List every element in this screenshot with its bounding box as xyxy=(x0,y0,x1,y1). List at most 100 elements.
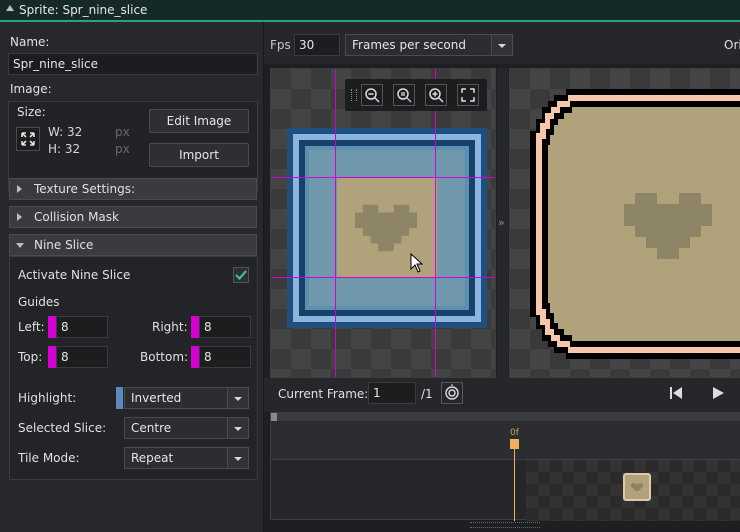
heart-icon xyxy=(355,204,417,252)
highlight-swatch xyxy=(116,387,123,409)
scrollbar-thumb[interactable] xyxy=(271,413,277,421)
chevron-down-icon[interactable] xyxy=(491,35,512,55)
first-frame-button[interactable] xyxy=(668,385,684,404)
nine-slice-sprite xyxy=(287,128,487,328)
top-guide-label: Top: xyxy=(18,350,43,364)
size-label: Size: xyxy=(17,105,46,119)
import-button[interactable]: Import xyxy=(149,143,249,167)
chevron-down-icon[interactable] xyxy=(227,388,248,408)
onion-skin-button[interactable] xyxy=(441,382,463,404)
bottom-guide-line[interactable] xyxy=(271,277,495,278)
play-button[interactable] xyxy=(710,385,726,404)
bottom-guide-swatch xyxy=(191,346,199,368)
fps-mode-dropdown[interactable]: Frames per second xyxy=(345,34,513,56)
current-frame-label: Current Frame: xyxy=(278,387,369,401)
origin-label: Ori xyxy=(724,38,740,52)
heart-icon xyxy=(631,483,643,491)
activate-label: Activate Nine Slice xyxy=(18,268,131,282)
texture-settings-label: Texture Settings: xyxy=(34,182,136,196)
selected-slice-value: Centre xyxy=(131,421,172,435)
tile-mode-value: Repeat xyxy=(131,451,174,465)
edit-image-button[interactable]: Edit Image xyxy=(149,109,249,133)
play-icon xyxy=(713,387,724,399)
zoom-reset-button[interactable] xyxy=(393,84,415,106)
guides-label: Guides xyxy=(18,295,60,309)
fps-mode-value: Frames per second xyxy=(352,38,466,52)
highlight-value: Inverted xyxy=(131,391,182,405)
fit-icon xyxy=(461,88,475,102)
title-bar: Sprite: Spr_nine_slice xyxy=(0,0,740,22)
fit-button[interactable] xyxy=(457,84,479,106)
collision-mask-header[interactable]: Collision Mask xyxy=(9,206,257,228)
frame-thumbnail[interactable] xyxy=(623,473,651,501)
zoom-out-icon xyxy=(365,88,380,103)
expand-arrows-icon[interactable]: » xyxy=(498,216,505,229)
texture-settings-header[interactable]: Texture Settings: xyxy=(9,178,257,200)
top-guide-swatch xyxy=(48,346,56,368)
window-title: Sprite: Spr_nine_slice xyxy=(19,3,148,17)
top-guide-input[interactable]: 8 xyxy=(56,346,108,368)
right-guide-input[interactable]: 8 xyxy=(199,316,251,338)
playhead-line xyxy=(514,449,515,521)
heart-icon xyxy=(624,193,712,262)
zoom-in-icon xyxy=(429,88,444,103)
timeline-scrollbar[interactable] xyxy=(271,413,740,421)
right-guide-label: Right: xyxy=(152,320,188,334)
bottom-guide-label: Bottom: xyxy=(140,350,189,364)
chevron-down-icon[interactable] xyxy=(227,418,248,438)
chevron-down-icon[interactable] xyxy=(227,448,248,468)
zoom-reset-icon xyxy=(397,88,412,103)
nine-slice-label: Nine Slice xyxy=(34,238,94,252)
left-guide-swatch xyxy=(48,316,56,338)
frame-total: /1 xyxy=(421,387,433,401)
sprite-properties-panel: Name: Spr_nine_slice Image: Size: W: 32 … xyxy=(0,22,264,532)
collision-mask-label: Collision Mask xyxy=(34,210,119,224)
timeline-ruler[interactable] xyxy=(271,421,740,460)
current-frame-input[interactable]: 1 xyxy=(368,382,416,404)
timeline[interactable]: 0f xyxy=(270,412,740,521)
resize-button[interactable] xyxy=(16,127,40,151)
sprite-canvas[interactable] xyxy=(270,68,496,378)
expand-arrow-icon xyxy=(17,213,22,221)
drag-handle-icon[interactable] xyxy=(351,89,357,101)
name-label: Name: xyxy=(10,35,50,49)
bottom-guide-input[interactable]: 8 xyxy=(199,346,251,368)
resize-grip[interactable] xyxy=(470,522,540,528)
activate-checkbox[interactable] xyxy=(233,267,249,283)
collapse-icon[interactable] xyxy=(6,5,14,11)
tile-mode-label: Tile Mode: xyxy=(18,451,80,465)
collapse-arrow-icon xyxy=(16,243,24,248)
onion-skin-icon xyxy=(445,384,459,400)
fps-input[interactable]: 30 xyxy=(294,34,340,56)
zoom-out-button[interactable] xyxy=(361,84,383,106)
name-input[interactable]: Spr_nine_slice xyxy=(8,53,258,75)
image-label: Image: xyxy=(10,82,52,96)
preview-canvas[interactable] xyxy=(509,68,740,378)
tile-mode-dropdown[interactable]: Repeat xyxy=(124,447,249,469)
right-guide-line[interactable] xyxy=(435,69,436,377)
left-guide-line[interactable] xyxy=(335,69,336,377)
left-guide-label: Left: xyxy=(18,320,45,334)
expand-icon xyxy=(21,132,35,146)
selected-slice-label: Selected Slice: xyxy=(18,421,107,435)
top-guide-line[interactable] xyxy=(271,177,495,178)
width-unit: px xyxy=(115,125,130,139)
mouse-cursor-icon xyxy=(410,252,424,276)
height-readout: H: 32 xyxy=(48,142,81,156)
nine-slice-group: Activate Nine Slice Guides Left: 8 Right… xyxy=(9,256,258,480)
height-unit: px xyxy=(115,142,130,156)
playhead-handle[interactable] xyxy=(510,439,519,449)
left-guide-input[interactable]: 8 xyxy=(56,316,108,338)
checkmark-icon xyxy=(235,270,247,281)
zoom-in-button[interactable] xyxy=(425,84,447,106)
selected-slice-dropdown[interactable]: Centre xyxy=(124,417,249,439)
sprite-toolbar: Fps 30 Frames per second Ori xyxy=(264,22,740,64)
right-guide-swatch xyxy=(191,316,199,338)
highlight-label: Highlight: xyxy=(18,391,77,405)
zoom-toolbar xyxy=(345,79,487,111)
nine-slice-header[interactable]: Nine Slice xyxy=(9,234,257,256)
panel-splitter[interactable]: » xyxy=(497,68,508,378)
playhead-label: 0f xyxy=(510,428,519,438)
width-readout: W: 32 xyxy=(48,125,83,139)
highlight-dropdown[interactable]: Inverted xyxy=(124,387,249,409)
